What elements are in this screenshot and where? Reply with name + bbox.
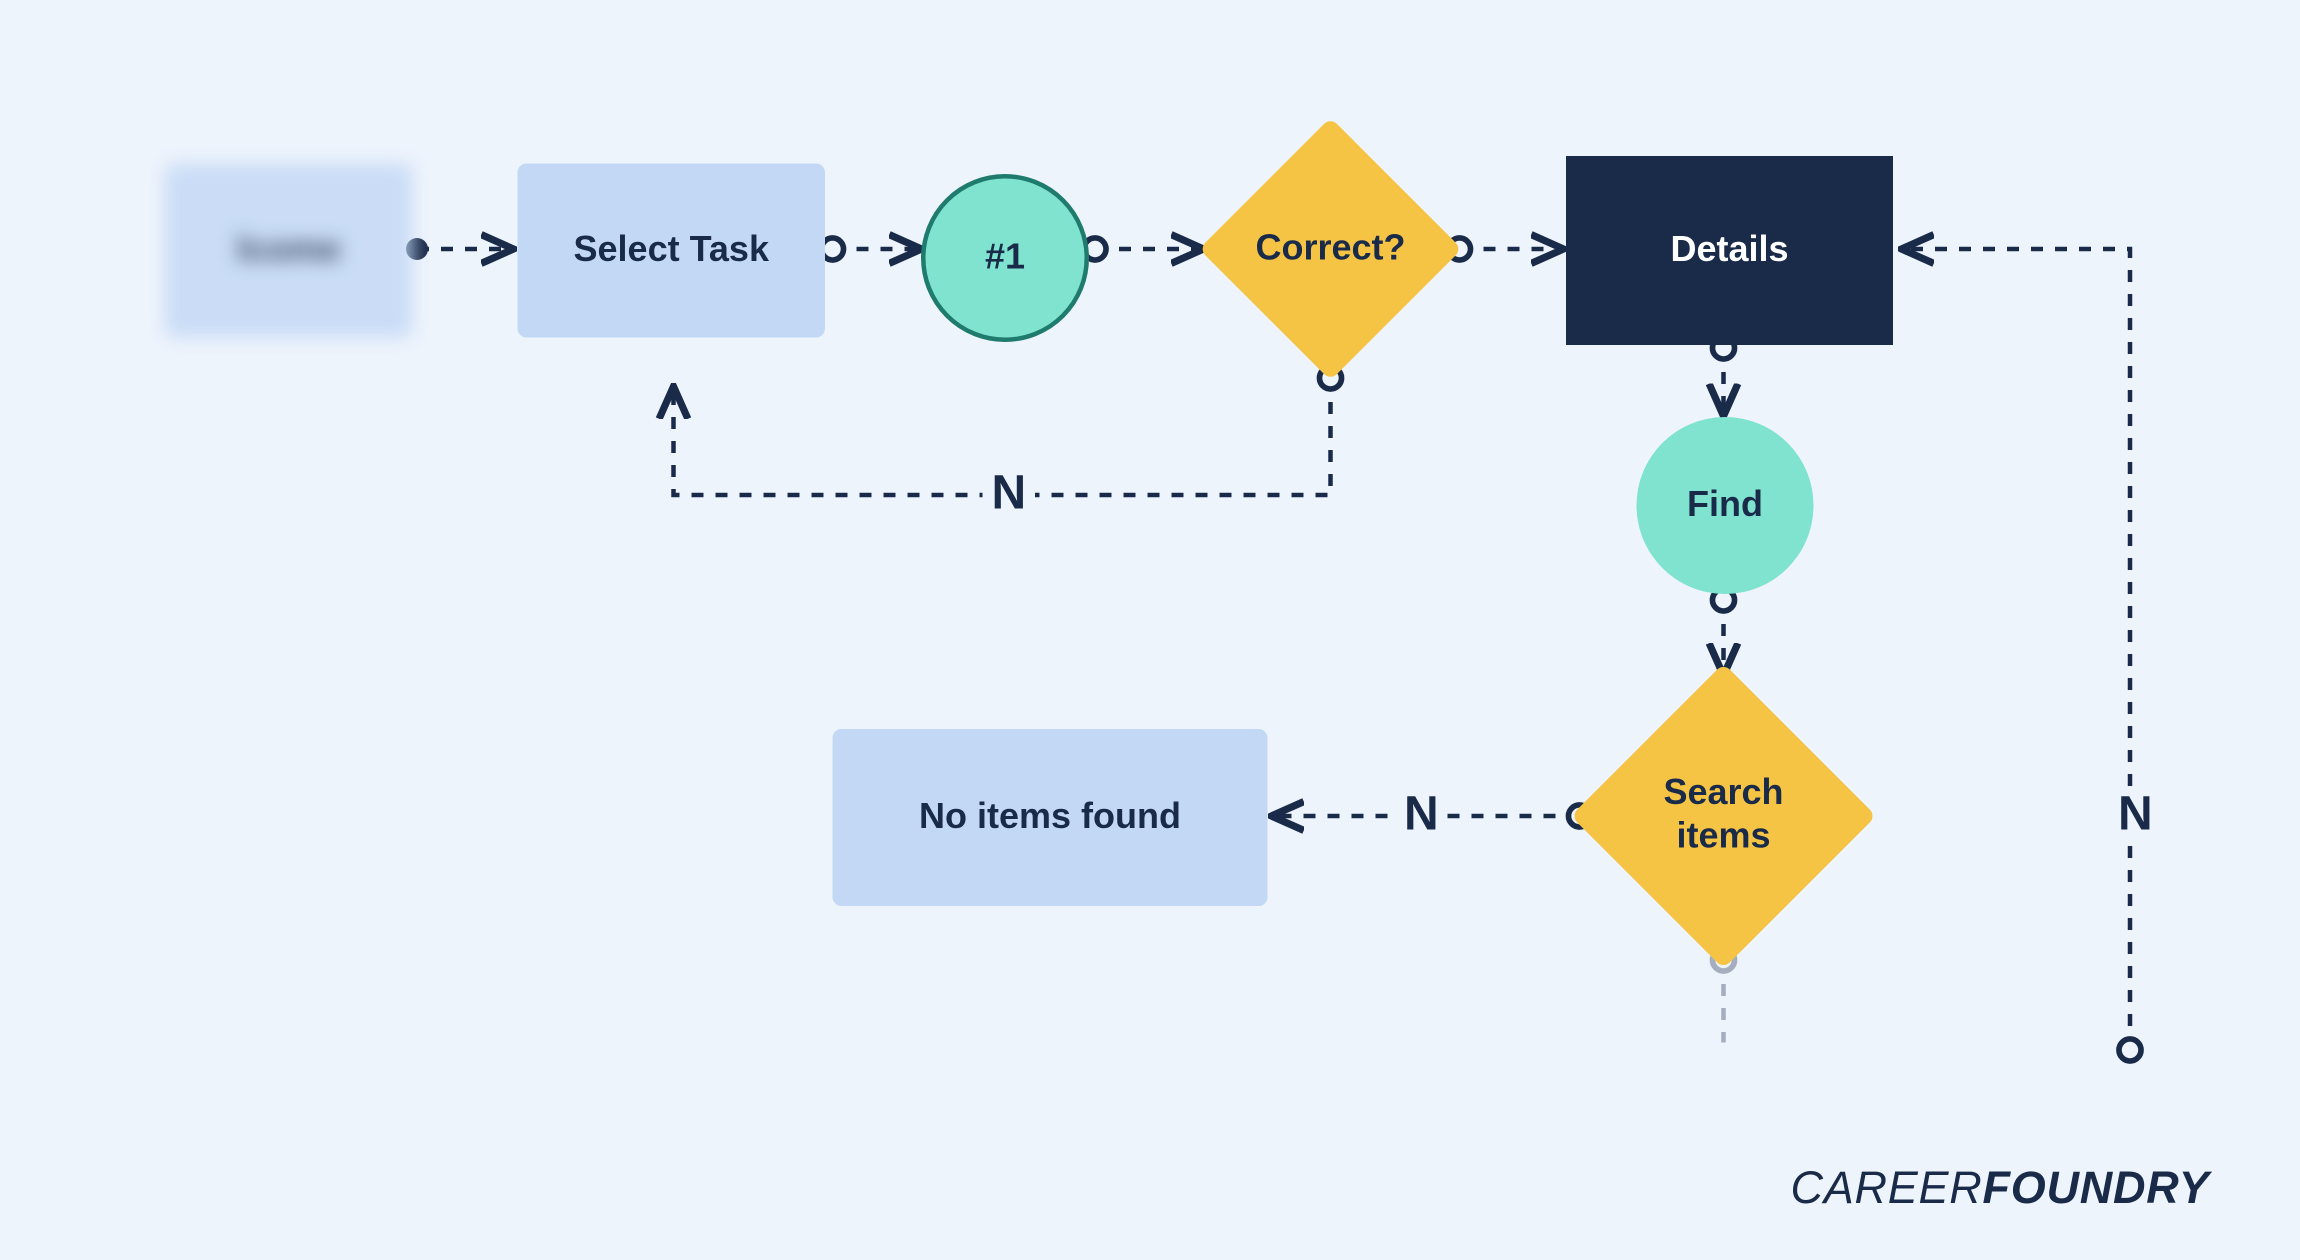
- node-welcome-label: lcome: [237, 230, 341, 272]
- node-find: Find: [1637, 417, 1814, 594]
- edge-label-right-no: N: [2109, 786, 2162, 842]
- node-details: Details: [1566, 156, 1893, 345]
- node-find-label: Find: [1687, 485, 1763, 527]
- edge-label-correct-no: N: [983, 465, 1036, 521]
- node-correct-label: Correct?: [1238, 156, 1424, 342]
- node-select-task: Select Task: [518, 164, 826, 338]
- node-no-items-found: No items found: [833, 729, 1268, 906]
- edge-label-search-no: N: [1395, 786, 1448, 842]
- node-welcome: lcome: [165, 164, 413, 338]
- node-details-label: Details: [1670, 230, 1788, 272]
- node-correct-decision: Correct?: [1238, 156, 1424, 342]
- node-search-items-decision: Search items: [1616, 708, 1832, 924]
- node-select-task-label: Select Task: [574, 230, 769, 272]
- node-step-1: #1: [921, 174, 1089, 342]
- brand-logo: CAREERFOUNDRY: [1791, 1164, 2210, 1215]
- node-step-1-label: #1: [985, 237, 1025, 279]
- flowchart-canvas: lcome Select Task #1 Correct? Details Fi…: [0, 0, 2300, 1260]
- node-no-items-found-label: No items found: [919, 797, 1181, 839]
- brand-thin: CAREER: [1791, 1164, 1983, 1214]
- node-search-items-label: Search items: [1616, 708, 1832, 924]
- brand-thick: FOUNDRY: [1983, 1164, 2210, 1214]
